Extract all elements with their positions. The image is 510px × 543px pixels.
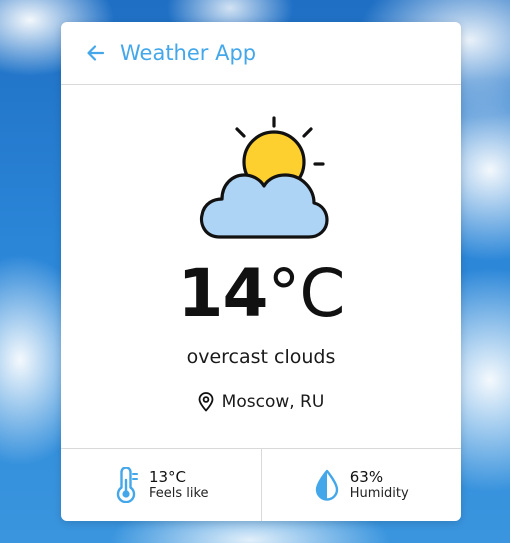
feels-like-value: 13°C [148,468,187,486]
weather-description: overcast clouds [186,346,336,368]
temperature-unit: °C [267,255,345,332]
weather-stats: 13°C Feels like 63% Humidity [61,448,461,521]
app-title: Weather App [120,41,257,65]
water-drop-icon [315,469,338,501]
humidity-label: Humidity [349,486,409,501]
partly-cloudy-icon [199,116,329,239]
weather-card: Weather App 14°C overcast clouds Moscow,… [61,22,461,521]
location: Moscow, RU [61,392,461,412]
thermometer-icon [116,467,138,503]
temperature-display: 14°C [61,254,461,334]
temperature-value: 14 [177,255,269,332]
feels-like-stat: 13°C Feels like [61,449,261,521]
feels-like-label: Feels like [148,486,209,501]
location-name: Moscow, RU [221,392,325,412]
humidity-stat: 63% Humidity [260,449,462,521]
back-button[interactable] [85,42,107,64]
map-pin-icon [198,392,214,412]
arrow-left-icon [87,45,105,61]
humidity-value: 63% [349,468,384,486]
card-header: Weather App [61,22,461,85]
